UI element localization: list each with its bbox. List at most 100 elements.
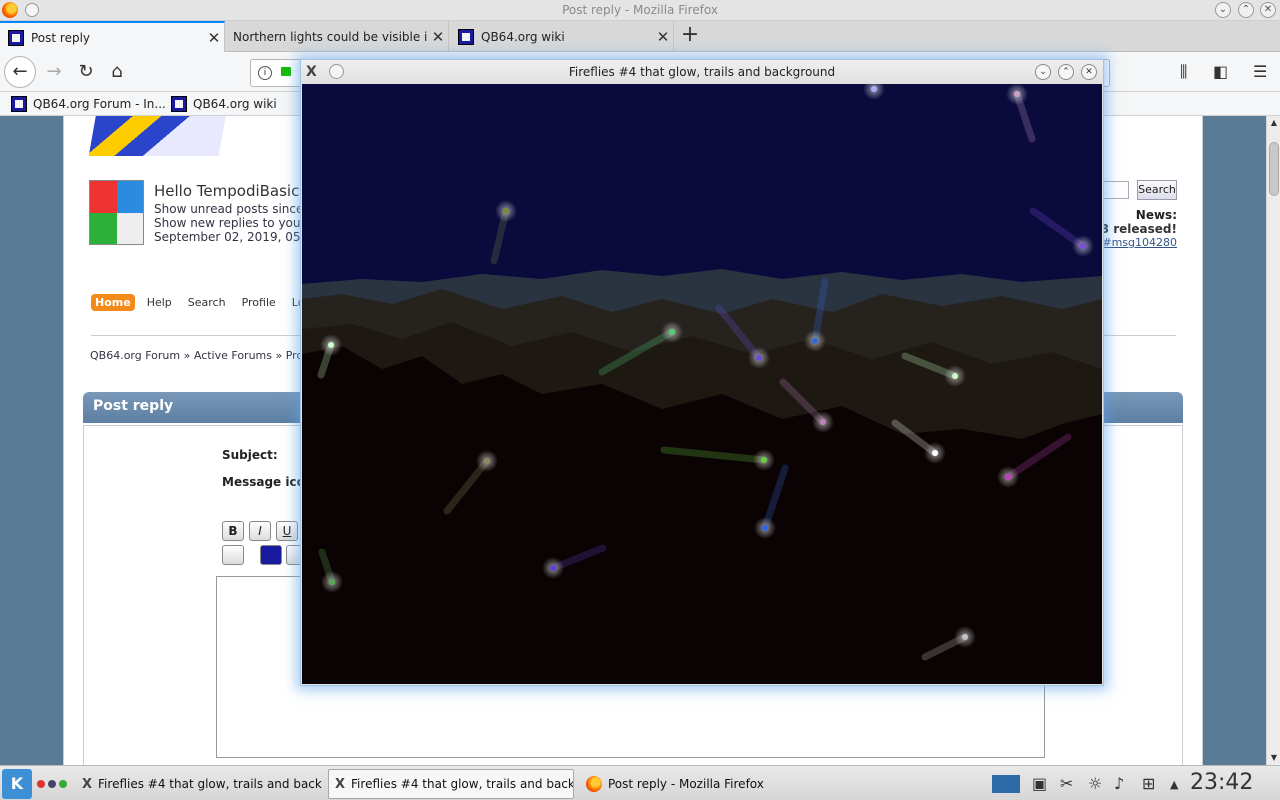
show-unread-link[interactable]: Show unread posts since	[154, 202, 314, 216]
hamburger-menu-icon[interactable]: ☰	[1253, 62, 1267, 81]
qb64-code-icon[interactable]	[260, 545, 282, 565]
news-headline: 3 released!	[1100, 222, 1177, 236]
bookmark-label: QB64.org wiki	[193, 97, 277, 111]
task-fireflies-1[interactable]: X Fireflies #4 that glow, trails and bac…	[76, 769, 322, 799]
globe-icon[interactable]	[222, 545, 244, 565]
taskbar: K X Fireflies #4 that glow, trails and b…	[0, 765, 1280, 800]
fireflies-canvas	[302, 84, 1102, 684]
pager-desktop-2[interactable]	[48, 780, 56, 788]
firefly	[328, 342, 334, 348]
bookmark-qb64-forum[interactable]: QB64.org Forum - In...	[11, 96, 166, 112]
date-line: September 02, 2019, 05:4	[154, 230, 313, 244]
news-label: News:	[1135, 208, 1177, 222]
firefly	[1005, 474, 1011, 480]
firefly	[812, 338, 818, 344]
clipboard-icon[interactable]: ▣	[1032, 774, 1047, 793]
firefly	[329, 579, 335, 585]
task-label: Post reply - Mozilla Firefox	[608, 777, 764, 791]
scroll-down-icon[interactable]: ▼	[1267, 751, 1280, 765]
close-window-icon[interactable]: ✕	[1081, 64, 1097, 80]
maximize-icon[interactable]: ⌃	[1238, 2, 1254, 18]
close-window-icon[interactable]: ✕	[1260, 2, 1276, 18]
firefly	[762, 525, 768, 531]
app-x-icon: X	[82, 776, 93, 792]
volume-icon[interactable]: ♪	[1114, 774, 1124, 793]
tab-post-reply[interactable]: Post reply ✕	[0, 21, 225, 53]
scrollbar-thumb[interactable]	[1269, 142, 1279, 196]
clock[interactable]: 23:42	[1190, 770, 1253, 795]
italic-button[interactable]: I	[249, 521, 271, 541]
avatar	[89, 180, 144, 245]
pager-desktop-1[interactable]	[37, 780, 45, 788]
firefly	[962, 634, 968, 640]
tab-qb64-wiki[interactable]: QB64.org wiki ✕	[450, 21, 674, 52]
browser-titlebar: Post reply - Mozilla Firefox ⌄ ⌃ ✕	[0, 0, 1280, 21]
tab-northern-lights[interactable]: Northern lights could be visible in ✕	[225, 21, 449, 52]
new-tab-button[interactable]: +	[678, 24, 702, 49]
qb64-favicon-icon	[458, 28, 474, 45]
hello-greeting: Hello TempodiBasic	[154, 182, 300, 200]
network-icon[interactable]: ⊞	[1142, 774, 1155, 793]
firefly	[871, 86, 877, 92]
qb64-favicon-icon	[8, 30, 24, 46]
menu-home[interactable]: Home	[91, 294, 135, 311]
tab-title: QB64.org wiki	[481, 29, 565, 44]
show-replies-link[interactable]: Show new replies to your	[154, 216, 314, 230]
menu-profile[interactable]: Profile	[238, 294, 280, 311]
lightbulb-icon[interactable]: ☼	[1088, 774, 1102, 793]
library-icon[interactable]: ⫼	[1180, 62, 1187, 82]
task-fireflies-2[interactable]: X Fireflies #4 that glow, trails and bac…	[328, 769, 574, 799]
back-arrow-icon[interactable]: ←	[4, 56, 36, 88]
bookmark-label: QB64.org Forum - In...	[33, 97, 166, 111]
kde-launcher-icon[interactable]: K	[2, 769, 32, 799]
news-link[interactable]: #msg104280	[1101, 236, 1177, 249]
search-button[interactable]: Search	[1137, 180, 1177, 200]
page-scrollbar[interactable]: ▲ ▼	[1266, 116, 1280, 765]
fireflies-window[interactable]: X Fireflies #4 that glow, trails and bac…	[300, 59, 1104, 686]
maximize-icon[interactable]: ⌃	[1058, 64, 1074, 80]
fireflies-window-title: Fireflies #4 that glow, trails and backg…	[568, 65, 836, 79]
fireflies-titlebar[interactable]: X Fireflies #4 that glow, trails and bac…	[301, 60, 1103, 84]
minimize-icon[interactable]: ⌄	[1215, 2, 1231, 18]
firefly	[761, 457, 767, 463]
tab-strip: Post reply ✕ Northern lights could be vi…	[0, 21, 1280, 53]
forward-arrow-icon[interactable]: →	[40, 58, 68, 86]
firefly	[484, 458, 490, 464]
home-icon[interactable]: ⌂	[103, 58, 131, 86]
info-icon[interactable]: i	[258, 66, 272, 80]
firefly	[756, 355, 762, 361]
reload-icon[interactable]: ↻	[72, 58, 100, 86]
firefly	[550, 565, 556, 571]
breadcrumb: QB64.org Forum » Active Forums » Progra	[90, 349, 321, 362]
firefly	[1014, 91, 1020, 97]
firefly	[1080, 243, 1086, 249]
scroll-up-icon[interactable]: ▲	[1267, 116, 1280, 130]
pager-desktop-3[interactable]	[59, 780, 67, 788]
user-info: Hello TempodiBasic Show unread posts sin…	[154, 182, 314, 244]
tray-expand-icon[interactable]: ▲	[1170, 778, 1178, 791]
tab-close-icon[interactable]: ✕	[428, 28, 448, 46]
tab-title: Northern lights could be visible in	[233, 29, 428, 44]
screen-icon[interactable]	[992, 775, 1020, 793]
tab-close-icon[interactable]: ✕	[204, 29, 224, 47]
qb64-favicon-icon	[11, 96, 27, 112]
breadcrumb-item[interactable]: QB64.org Forum	[90, 349, 180, 362]
tab-close-icon[interactable]: ✕	[653, 28, 673, 46]
qb64-favicon-icon	[171, 96, 187, 112]
firefox-logo-icon	[586, 776, 602, 792]
lock-icon	[281, 67, 291, 76]
task-label: Fireflies #4 that glow, trails and backg	[351, 777, 574, 791]
task-firefox[interactable]: Post reply - Mozilla Firefox	[580, 769, 826, 799]
scissors-icon[interactable]: ✂	[1060, 774, 1073, 793]
bold-button[interactable]: B	[222, 521, 244, 541]
menu-search[interactable]: Search	[184, 294, 230, 311]
minimize-icon[interactable]: ⌄	[1035, 64, 1051, 80]
menu-help[interactable]: Help	[143, 294, 176, 311]
subject-label: Subject:	[222, 448, 278, 462]
forum-menu: Home Help Search Profile Logout	[91, 294, 333, 311]
breadcrumb-item[interactable]: Active Forums	[194, 349, 272, 362]
sidebar-icon[interactable]: ◧	[1213, 62, 1228, 81]
browser-window-title: Post reply - Mozilla Firefox	[562, 3, 718, 17]
underline-button[interactable]: U	[276, 521, 298, 541]
bookmark-qb64-wiki[interactable]: QB64.org wiki	[171, 96, 277, 112]
